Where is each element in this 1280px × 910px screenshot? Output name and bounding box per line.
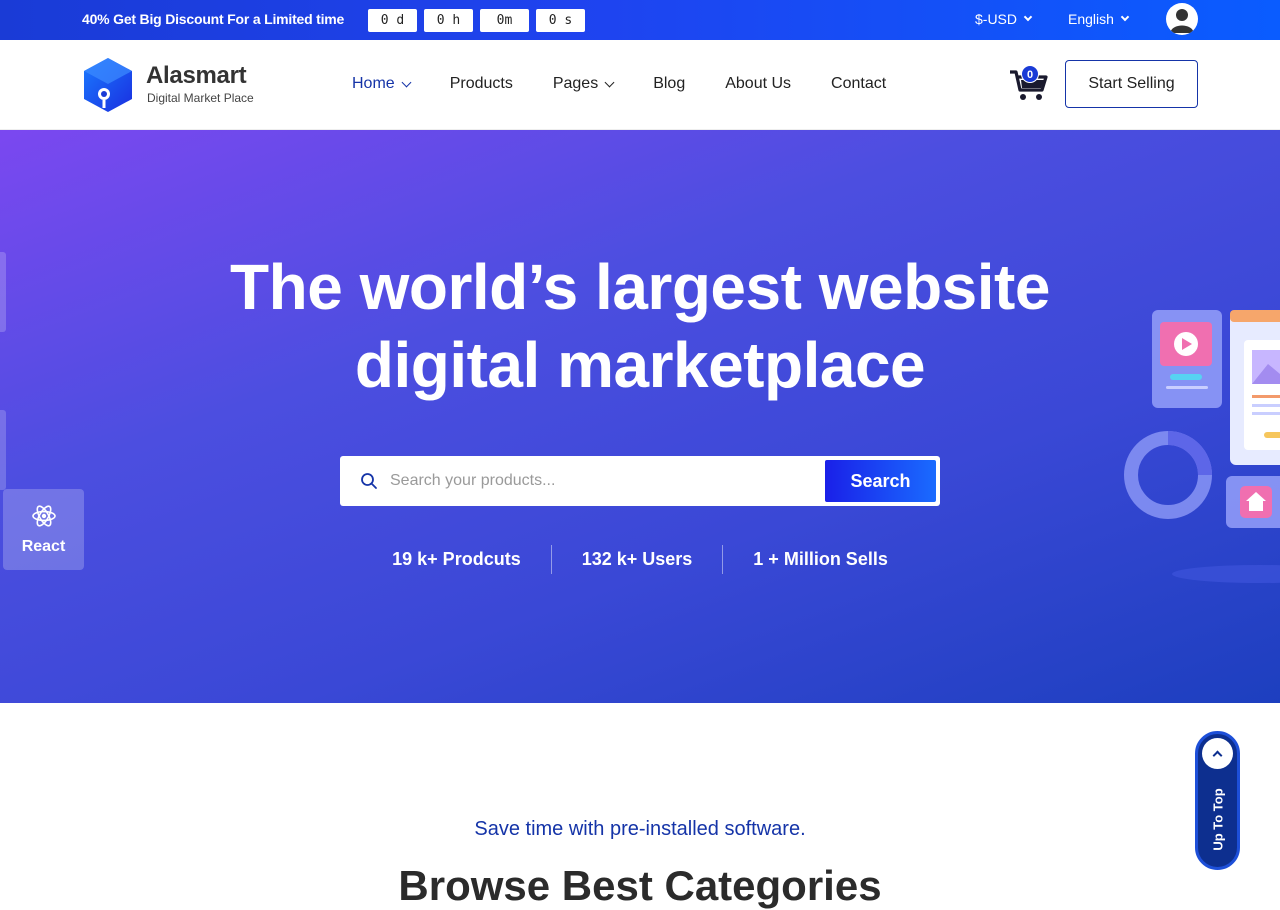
up-to-top-button[interactable]: Up To Top [1195,731,1240,870]
brand-name[interactable]: Alasmart [146,62,247,90]
promo-percent: 40% [82,11,110,27]
countdown-days: 0 d [368,9,417,32]
nav-item-about-us[interactable]: About Us [725,75,791,93]
stat-sells: 1 + Million Sells [722,545,918,574]
up-to-top-circle [1202,738,1233,769]
nav-label: Pages [552,75,599,92]
section-tagline: Save time with pre-installed software. [474,818,806,840]
countdown-seconds: 0 s [536,9,585,32]
countdown-minutes: 0m [480,9,529,32]
hero-title-line1: The world’s largest website [230,251,1050,323]
stat-users: 132 k+ Users [550,545,723,574]
nav-item-blog[interactable]: Blog [653,75,685,93]
user-account-icon[interactable] [1166,3,1198,35]
chevron-down-icon [604,77,615,87]
search-input[interactable] [390,466,810,496]
promo-text: 40% Get Big Discount For a Limited time [82,11,344,27]
nav-item-products[interactable]: Products [450,75,513,93]
up-to-top-label: Up To Top [1210,788,1226,851]
search-bar: Search [340,456,940,506]
nav-label: About Us [725,75,792,92]
start-selling-button[interactable]: Start Selling [1065,60,1198,108]
chevron-down-icon [1023,12,1033,22]
chevron-up-icon [1212,750,1223,761]
nav-label: Contact [831,75,887,92]
nav-item-pages[interactable]: Pages [552,75,615,93]
hero-section: React The world’s largest website digita… [0,130,1280,703]
nav-item-home[interactable]: Home [352,75,412,93]
hero-title-line2: digital marketplace [354,329,926,401]
brand-logo-icon[interactable] [82,56,134,114]
search-icon [361,473,377,489]
nav-label: Products [449,75,513,92]
main-nav: Home Products Pages Blog About Us Contac… [352,75,926,93]
countdown-timer: 0 d 0 h 0m 0 s [368,9,585,32]
currency-selector[interactable]: $-USD [975,11,1033,27]
nav-item-contact[interactable]: Contact [831,75,886,93]
promo-message: Get Big Discount For a Limited time [113,11,345,27]
react-icon [32,505,56,527]
section-title: Browse Best Categories [398,862,882,909]
chevron-down-icon [401,77,412,87]
chevron-down-icon [1120,12,1130,22]
side-tab[interactable] [0,410,6,490]
hero-stats: 19 k+ Prodcuts 132 k+ Users 1 + Million … [0,545,1280,574]
hero-illustration [1124,310,1280,583]
nav-label: Home [352,75,395,92]
site-header: Alasmart Digital Market Place Home Produ… [0,40,1280,130]
search-button[interactable]: Search [825,460,936,502]
stat-products: 19 k+ Prodcuts [392,549,521,569]
cart-count-badge: 0 [1021,65,1039,83]
countdown-hours: 0 h [424,9,473,32]
language-selector[interactable]: English [1068,11,1130,27]
nav-label: Blog [653,75,686,92]
promo-bar: 40% Get Big Discount For a Limited time … [0,0,1280,40]
hero-title: The world’s largest website digital mark… [0,248,1280,404]
brand-tagline: Digital Market Place [147,91,254,105]
currency-label: $-USD [975,11,1018,27]
language-label: English [1068,11,1114,27]
